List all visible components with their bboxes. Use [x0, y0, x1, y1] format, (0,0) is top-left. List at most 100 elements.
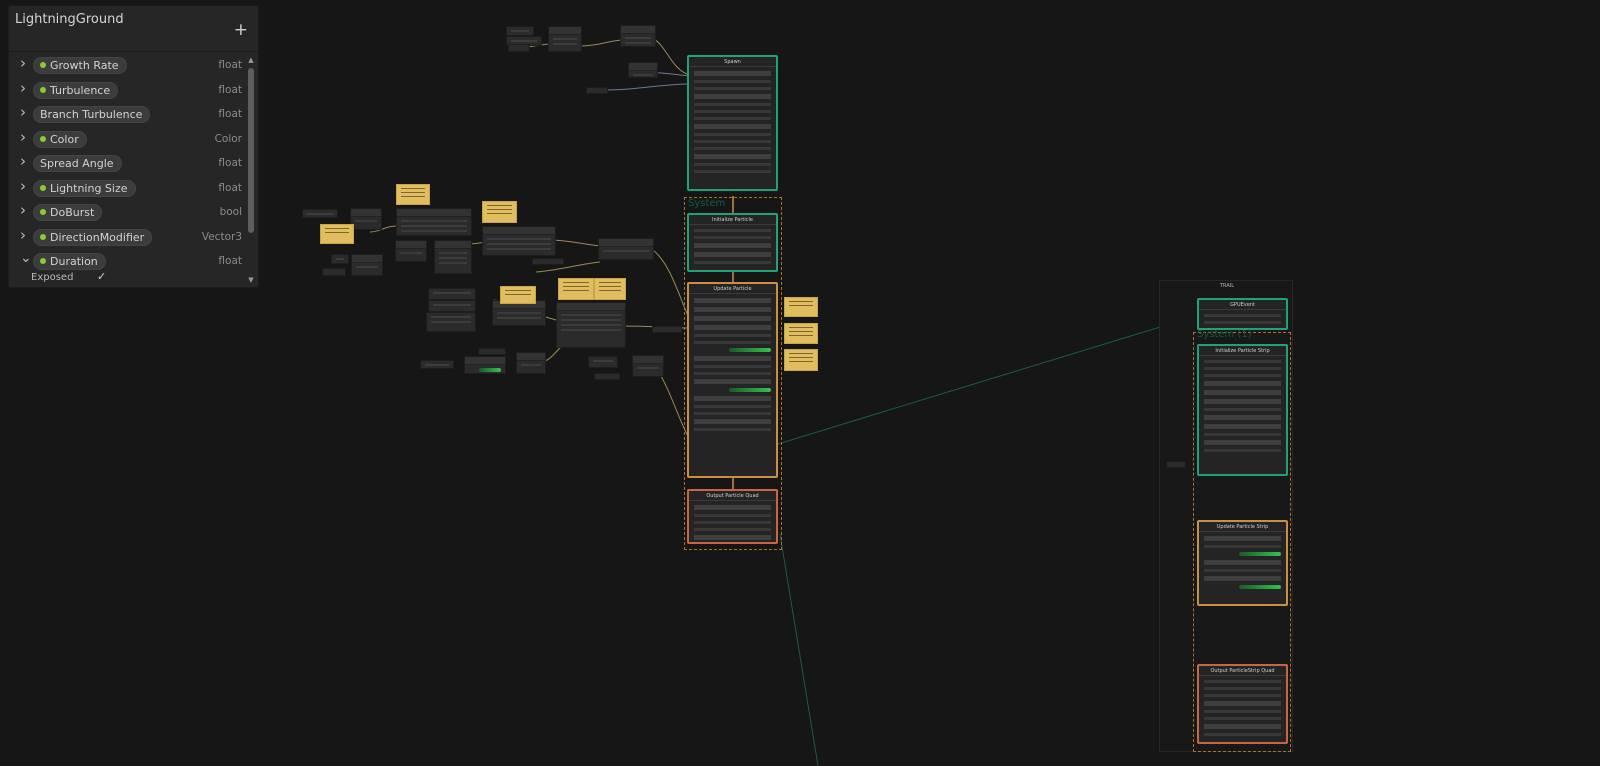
operator-node[interactable] [548, 26, 582, 52]
operator-node[interactable] [434, 240, 472, 274]
blackboard-property-row[interactable]: ⌄ Duration float [9, 250, 242, 275]
sticky-note[interactable] [784, 349, 818, 371]
chevron-right-icon[interactable]: › [20, 80, 32, 95]
operator-node[interactable] [426, 312, 476, 332]
edge [549, 239, 605, 247]
sticky-note[interactable] [784, 323, 818, 344]
property-pill[interactable]: DirectionModifier [33, 228, 153, 246]
blackboard-scrollbar[interactable]: ▲ ▼ [246, 56, 256, 284]
sticky-note[interactable] [482, 201, 517, 223]
blackboard-property-row[interactable]: › Spread Angle float [9, 152, 242, 177]
operator-node[interactable] [478, 348, 506, 355]
add-property-icon[interactable]: + [234, 20, 248, 40]
property-pill[interactable]: Spread Angle [33, 155, 122, 172]
initialize-strip-context[interactable]: Initialize Particle Strip [1197, 344, 1288, 476]
operator-node[interactable] [632, 355, 664, 377]
operator-node[interactable] [302, 209, 338, 218]
operator-node[interactable] [532, 258, 564, 265]
gpu-event-context[interactable]: GPUEvent [1197, 298, 1288, 330]
property-pill[interactable]: Branch Turbulence [33, 106, 151, 123]
chevron-right-icon[interactable]: › [20, 105, 32, 120]
property-type: float [218, 83, 242, 96]
gpu-event-edge [777, 315, 1197, 445]
edge [577, 39, 625, 47]
operator-node[interactable] [1166, 461, 1186, 468]
scroll-up-icon[interactable]: ▲ [246, 56, 256, 64]
exposed-label: Exposed [31, 272, 74, 283]
operator-node[interactable] [516, 352, 546, 374]
property-pill[interactable]: DoBurst [33, 204, 103, 221]
property-pill[interactable]: Duration [33, 253, 106, 270]
operator-node[interactable] [420, 360, 454, 369]
property-name: Spread Angle [40, 157, 114, 170]
operator-node[interactable] [556, 302, 626, 348]
blackboard-property-row[interactable]: › Growth Rate float [9, 54, 242, 79]
exposed-dot-icon [40, 135, 46, 142]
property-type: float [218, 59, 242, 71]
operator-node[interactable] [322, 268, 346, 276]
system-label[interactable]: System [688, 198, 725, 209]
operator-node[interactable] [586, 87, 608, 94]
operator-node[interactable] [506, 26, 534, 36]
operator-node[interactable] [628, 62, 658, 78]
property-name: Lightning Size [50, 181, 128, 195]
update-context[interactable]: Update Particle [687, 282, 778, 478]
update-strip-context[interactable]: Update Particle Strip [1197, 520, 1288, 606]
chevron-right-icon[interactable]: › [20, 178, 32, 193]
scrollbar-thumb[interactable] [248, 68, 254, 233]
chevron-right-icon[interactable]: › [20, 154, 32, 169]
operator-node[interactable] [350, 208, 382, 230]
blackboard-property-row[interactable]: › DirectionModifier Vector3 [9, 226, 242, 251]
chevron-right-icon[interactable]: › [20, 227, 32, 242]
chevron-down-icon[interactable]: ⌄ [20, 251, 32, 265]
operator-node[interactable] [588, 356, 618, 368]
checkmark-icon[interactable]: ✓ [97, 270, 106, 283]
sticky-note[interactable] [320, 224, 354, 244]
sticky-note[interactable] [396, 184, 430, 205]
operator-node[interactable] [395, 240, 427, 262]
spawn-context[interactable]: Spawn [687, 55, 778, 191]
update-strip-title: Update Particle Strip [1199, 522, 1286, 532]
operator-node[interactable] [620, 25, 656, 47]
property-pill[interactable]: Growth Rate [33, 57, 127, 74]
blackboard-panel[interactable]: LightningGround + › Growth Rate float › Turb… [8, 5, 259, 288]
property-name: Turbulence [50, 83, 111, 97]
initialize-context[interactable]: Initialize Particle [687, 213, 778, 272]
exposed-dot-icon [40, 184, 46, 191]
operator-node[interactable] [464, 356, 506, 374]
operator-node[interactable] [594, 373, 620, 380]
chevron-right-icon[interactable]: › [20, 203, 32, 218]
operator-node[interactable] [428, 288, 476, 300]
scroll-down-icon[interactable]: ▼ [246, 276, 256, 284]
blackboard-property-row[interactable]: › Turbulence float [9, 79, 242, 104]
operator-node[interactable] [508, 44, 530, 52]
system-1-label[interactable]: System (1) [1197, 329, 1252, 340]
sticky-note[interactable] [500, 286, 536, 304]
property-pill[interactable]: Lightning Size [33, 179, 136, 197]
sticky-note[interactable] [784, 297, 818, 317]
blackboard-property-row[interactable]: › DoBurst bool [9, 201, 242, 226]
gpu-event-edge [779, 533, 819, 766]
output-strip-context[interactable]: Output ParticleStrip Quad [1197, 664, 1288, 744]
operator-node[interactable] [428, 300, 476, 312]
property-name: Duration [50, 255, 98, 268]
chevron-right-icon[interactable]: › [20, 129, 32, 144]
operator-node[interactable] [396, 208, 472, 236]
property-pill[interactable]: Color [33, 130, 87, 148]
blackboard-property-row[interactable]: › Branch Turbulence float [9, 103, 242, 128]
operator-node[interactable] [482, 226, 556, 256]
chevron-right-icon[interactable]: › [20, 56, 32, 71]
property-pill[interactable]: Turbulence [33, 81, 119, 99]
operator-node[interactable] [598, 238, 654, 260]
blackboard-property-row[interactable]: › Color Color [9, 128, 242, 153]
operator-node[interactable] [331, 254, 349, 264]
operator-node[interactable] [652, 326, 682, 333]
operator-node[interactable] [351, 254, 383, 276]
sticky-note[interactable] [594, 278, 626, 300]
output-context[interactable]: Output Particle Quad [687, 489, 778, 544]
blackboard-property-row[interactable]: › Lightning Size float [9, 177, 242, 202]
initialize-strip-title: Initialize Particle Strip [1199, 346, 1286, 356]
sticky-note[interactable] [558, 278, 594, 300]
output-context-title: Output Particle Quad [689, 491, 776, 501]
property-type: float [218, 255, 242, 267]
